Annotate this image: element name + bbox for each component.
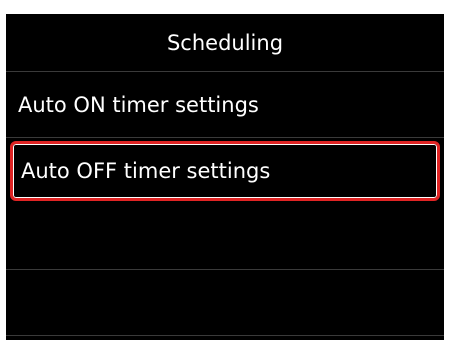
- screen-title-bar: Scheduling: [6, 14, 444, 72]
- menu-item-auto-on-timer[interactable]: Auto ON timer settings: [6, 72, 444, 138]
- menu-item-empty-1: [6, 204, 444, 270]
- printer-lcd-screen: Scheduling Auto ON timer settings Auto O…: [0, 0, 450, 340]
- menu-item-empty-2: [6, 270, 444, 336]
- menu-item-label: Auto ON timer settings: [18, 92, 259, 117]
- screen-title: Scheduling: [166, 30, 284, 55]
- menu-item-auto-off-timer[interactable]: Auto OFF timer settings: [10, 141, 440, 201]
- scheduling-panel: Scheduling Auto ON timer settings Auto O…: [6, 14, 444, 340]
- menu-item-label: Auto OFF timer settings: [21, 159, 271, 183]
